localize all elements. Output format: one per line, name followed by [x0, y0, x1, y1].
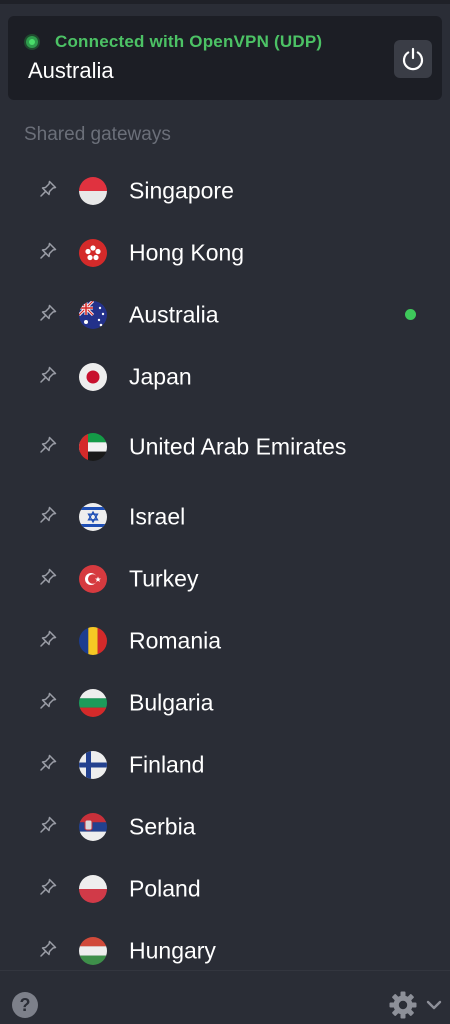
pin-icon[interactable]	[38, 629, 58, 649]
gateway-name: Hong Kong	[129, 239, 245, 266]
pin-icon[interactable]	[38, 241, 58, 261]
gateway-name: Australia	[129, 301, 219, 328]
poland-flag-icon	[79, 875, 107, 903]
japan-flag-icon	[79, 363, 107, 391]
pin-icon[interactable]	[38, 505, 58, 525]
gateway-row-romania[interactable]: Romania	[0, 610, 450, 672]
gear-icon[interactable]	[388, 990, 418, 1020]
israel-flag-icon	[79, 503, 107, 531]
gateway-name: Bulgaria	[129, 689, 214, 716]
connection-status-text: Connected with OpenVPN (UDP)	[55, 32, 323, 51]
gateway-name: Israel	[129, 503, 186, 530]
gateway-name: Romania	[129, 627, 222, 654]
gateway-name: Hungary	[129, 937, 216, 964]
gateway-name: Finland	[129, 751, 205, 778]
footer-bar: ?	[0, 970, 450, 1024]
chevron-down-icon[interactable]	[426, 999, 442, 1011]
gateway-row-turkey[interactable]: Turkey	[0, 548, 450, 610]
pin-icon[interactable]	[38, 179, 58, 199]
gateway-row-poland[interactable]: Poland	[0, 858, 450, 920]
romania-flag-icon	[79, 627, 107, 655]
hong-kong-flag-icon	[79, 239, 107, 267]
disconnect-button[interactable]	[394, 40, 432, 78]
active-gateway-indicator-icon	[405, 309, 416, 320]
finland-flag-icon	[79, 751, 107, 779]
connected-country: Australia	[28, 58, 114, 83]
hungary-flag-icon	[79, 937, 107, 965]
gateway-row-finland[interactable]: Finland	[0, 734, 450, 796]
gateway-row-bulgaria[interactable]: Bulgaria	[0, 672, 450, 734]
gateway-name: United Arab Emirates	[129, 433, 347, 460]
gateway-row-australia[interactable]: Australia	[0, 284, 450, 346]
serbia-flag-icon	[79, 813, 107, 841]
singapore-flag-icon	[79, 177, 107, 205]
bulgaria-flag-icon	[79, 689, 107, 717]
power-icon	[402, 47, 424, 71]
gateway-name: Turkey	[129, 565, 199, 592]
turkey-flag-icon	[79, 565, 107, 593]
section-label-shared-gateways: Shared gateways	[24, 124, 171, 145]
title-bar-strip	[0, 0, 450, 4]
gateway-row-uae[interactable]: United Arab Emirates	[0, 408, 450, 486]
pin-icon[interactable]	[38, 303, 58, 323]
gateway-row-israel[interactable]: Israel	[0, 486, 450, 548]
question-circle-icon[interactable]: ?	[12, 992, 38, 1018]
pin-icon[interactable]	[38, 939, 58, 959]
gateway-name: Japan	[129, 363, 192, 390]
pin-icon[interactable]	[38, 815, 58, 835]
gateway-row-serbia[interactable]: Serbia	[0, 796, 450, 858]
gateway-row-japan[interactable]: Japan	[0, 346, 450, 408]
gateway-list: Singapore Hong Kong Australia Japan United A…	[0, 160, 450, 982]
connected-indicator-icon	[26, 36, 38, 48]
gateway-name: Serbia	[129, 813, 196, 840]
uae-flag-icon	[79, 433, 107, 461]
australia-flag-icon	[79, 301, 107, 329]
gateway-row-singapore[interactable]: Singapore	[0, 160, 450, 222]
connection-status-card: Connected with OpenVPN (UDP) Australia	[8, 16, 442, 100]
gateway-name: Singapore	[129, 177, 234, 204]
pin-icon[interactable]	[38, 567, 58, 587]
pin-icon[interactable]	[38, 435, 58, 455]
pin-icon[interactable]	[38, 877, 58, 897]
pin-icon[interactable]	[38, 691, 58, 711]
gateway-name: Poland	[129, 875, 201, 902]
gateway-row-hong-kong[interactable]: Hong Kong	[0, 222, 450, 284]
pin-icon[interactable]	[38, 365, 58, 385]
pin-icon[interactable]	[38, 753, 58, 773]
